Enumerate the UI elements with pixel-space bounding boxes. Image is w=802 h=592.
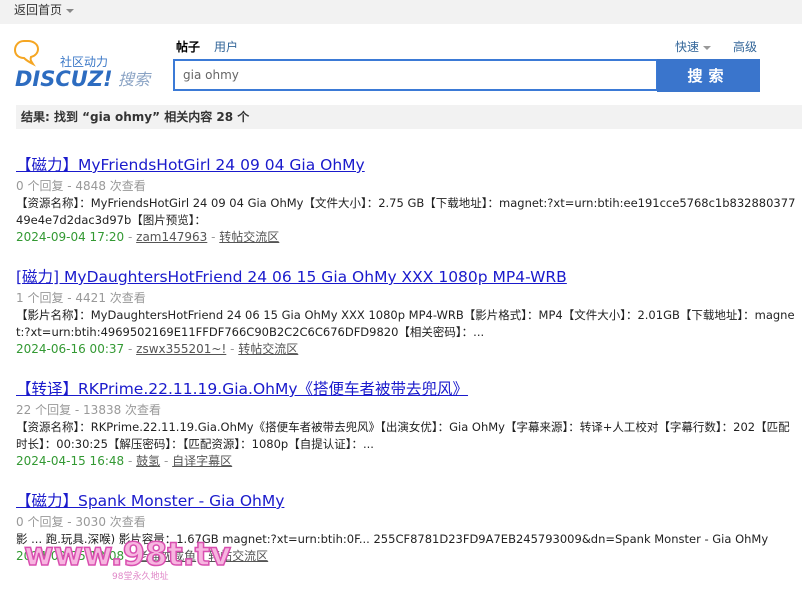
result-date: 2024-02-25 18:08 xyxy=(16,549,125,563)
meta-separator: - xyxy=(211,230,216,244)
chevron-down-icon xyxy=(703,45,712,50)
result-forum-link[interactable]: 自译字幕区 xyxy=(172,454,232,468)
result-date: 2024-06-16 00:37 xyxy=(16,342,125,356)
meta-separator: - xyxy=(127,230,133,244)
result-snippet: 【资源名称】：RKPrime.22.11.19.Gia.OhMy《搭便车者被带去… xyxy=(16,420,790,451)
result-meta: 2024-06-16 00:37 - zswx355201~! - 转帖交流区 xyxy=(16,341,796,358)
meta-separator: - xyxy=(127,342,133,356)
result-meta: 2024-04-15 16:48 - 鼓氢 - 自译字幕区 xyxy=(16,453,796,470)
result-item: 【磁力】MyFriendsHotGirl 24 09 04 Gia OhMy 0… xyxy=(16,154,796,246)
result-author-link[interactable]: zam147963 xyxy=(136,230,207,244)
top-bar xyxy=(0,0,802,24)
meta-separator: - xyxy=(199,549,205,563)
result-title-link[interactable]: 【磁力】Spank Monster - Gia OhMy xyxy=(16,492,284,510)
result-meta: 2024-09-04 17:20 - zam147963 - 转帖交流区 xyxy=(16,229,796,246)
logo-brand: DISCUZ! xyxy=(15,67,113,91)
result-item: 【转译】RKPrime.22.11.19.Gia.OhMy《搭便车者被带去兜风》… xyxy=(16,378,796,470)
result-snippet: 【资源名称】：MyFriendsHotGirl 24 09 04 Gia OhM… xyxy=(16,196,796,227)
result-date: 2024-04-15 16:48 xyxy=(16,454,125,468)
quick-search-label: 快速 xyxy=(675,40,700,54)
result-author-link[interactable]: zswx355201~! xyxy=(136,342,226,356)
search-type-tabs: 帖子 用户 xyxy=(176,38,252,55)
logo-search-word: 搜索 xyxy=(118,70,152,89)
meta-separator: - xyxy=(127,549,133,563)
result-stats: 0 个回复 - 3030 次查看 xyxy=(16,515,146,529)
result-title-link[interactable]: [磁力] MyDaughtersHotFriend 24 06 15 Gia O… xyxy=(16,268,567,286)
advanced-search-link[interactable]: 高级 xyxy=(733,38,757,55)
result-stats: 0 个回复 - 4848 次查看 xyxy=(16,179,146,193)
discuz-logo: 社区动力 DISCUZ! 搜索 xyxy=(13,38,164,94)
result-snippet: 影 ... 跑.玩具.深喉) 影片容量：1.67GB magnet:?xt=ur… xyxy=(16,532,769,546)
result-author-link[interactable]: 鼓氢 xyxy=(136,454,160,468)
tab-posts[interactable]: 帖子 xyxy=(176,40,200,54)
result-item: [磁力] MyDaughtersHotFriend 24 06 15 Gia O… xyxy=(16,266,796,358)
tab-users[interactable]: 用户 xyxy=(214,40,238,54)
result-title-link[interactable]: 【转译】RKPrime.22.11.19.Gia.OhMy《搭便车者被带去兜风》 xyxy=(16,380,468,398)
quick-search-dropdown[interactable]: 快速 xyxy=(675,38,712,55)
result-meta: 2024-02-25 18:08 - 老猫枕咸鱼 - 转帖交流区 xyxy=(16,548,796,565)
meta-separator: - xyxy=(127,454,133,468)
meta-separator: - xyxy=(230,342,235,356)
result-forum-link[interactable]: 转帖交流区 xyxy=(219,230,279,244)
back-home-link[interactable]: 返回首页 xyxy=(14,1,75,18)
search-input[interactable] xyxy=(175,61,656,89)
result-forum-link[interactable]: 转帖交流区 xyxy=(238,342,298,356)
search-button[interactable]: 搜索 xyxy=(657,59,760,92)
result-author-link[interactable]: 老猫枕咸鱼 xyxy=(136,549,196,563)
search-box xyxy=(173,59,658,91)
back-home-label: 返回首页 xyxy=(14,3,63,17)
result-date: 2024-09-04 17:20 xyxy=(16,230,125,244)
result-snippet: 【影片名称】：MyDaughtersHotFriend 24 06 15 Gia… xyxy=(16,308,795,339)
results-list: 【磁力】MyFriendsHotGirl 24 09 04 Gia OhMy 0… xyxy=(16,154,796,585)
result-title-link[interactable]: 【磁力】MyFriendsHotGirl 24 09 04 Gia OhMy xyxy=(16,156,365,174)
results-summary: 结果: 找到 “gia ohmy” 相关内容 28 个 xyxy=(16,105,802,129)
speech-bubble-icon xyxy=(13,40,40,67)
result-item: 【磁力】Spank Monster - Gia OhMy 0 个回复 - 303… xyxy=(16,490,796,565)
result-forum-link[interactable]: 转帖交流区 xyxy=(208,549,268,563)
result-stats: 1 个回复 - 4421 次查看 xyxy=(16,291,146,305)
chevron-down-icon xyxy=(66,8,75,13)
result-stats: 22 个回复 - 13838 次查看 xyxy=(16,403,162,417)
meta-separator: - xyxy=(163,454,169,468)
